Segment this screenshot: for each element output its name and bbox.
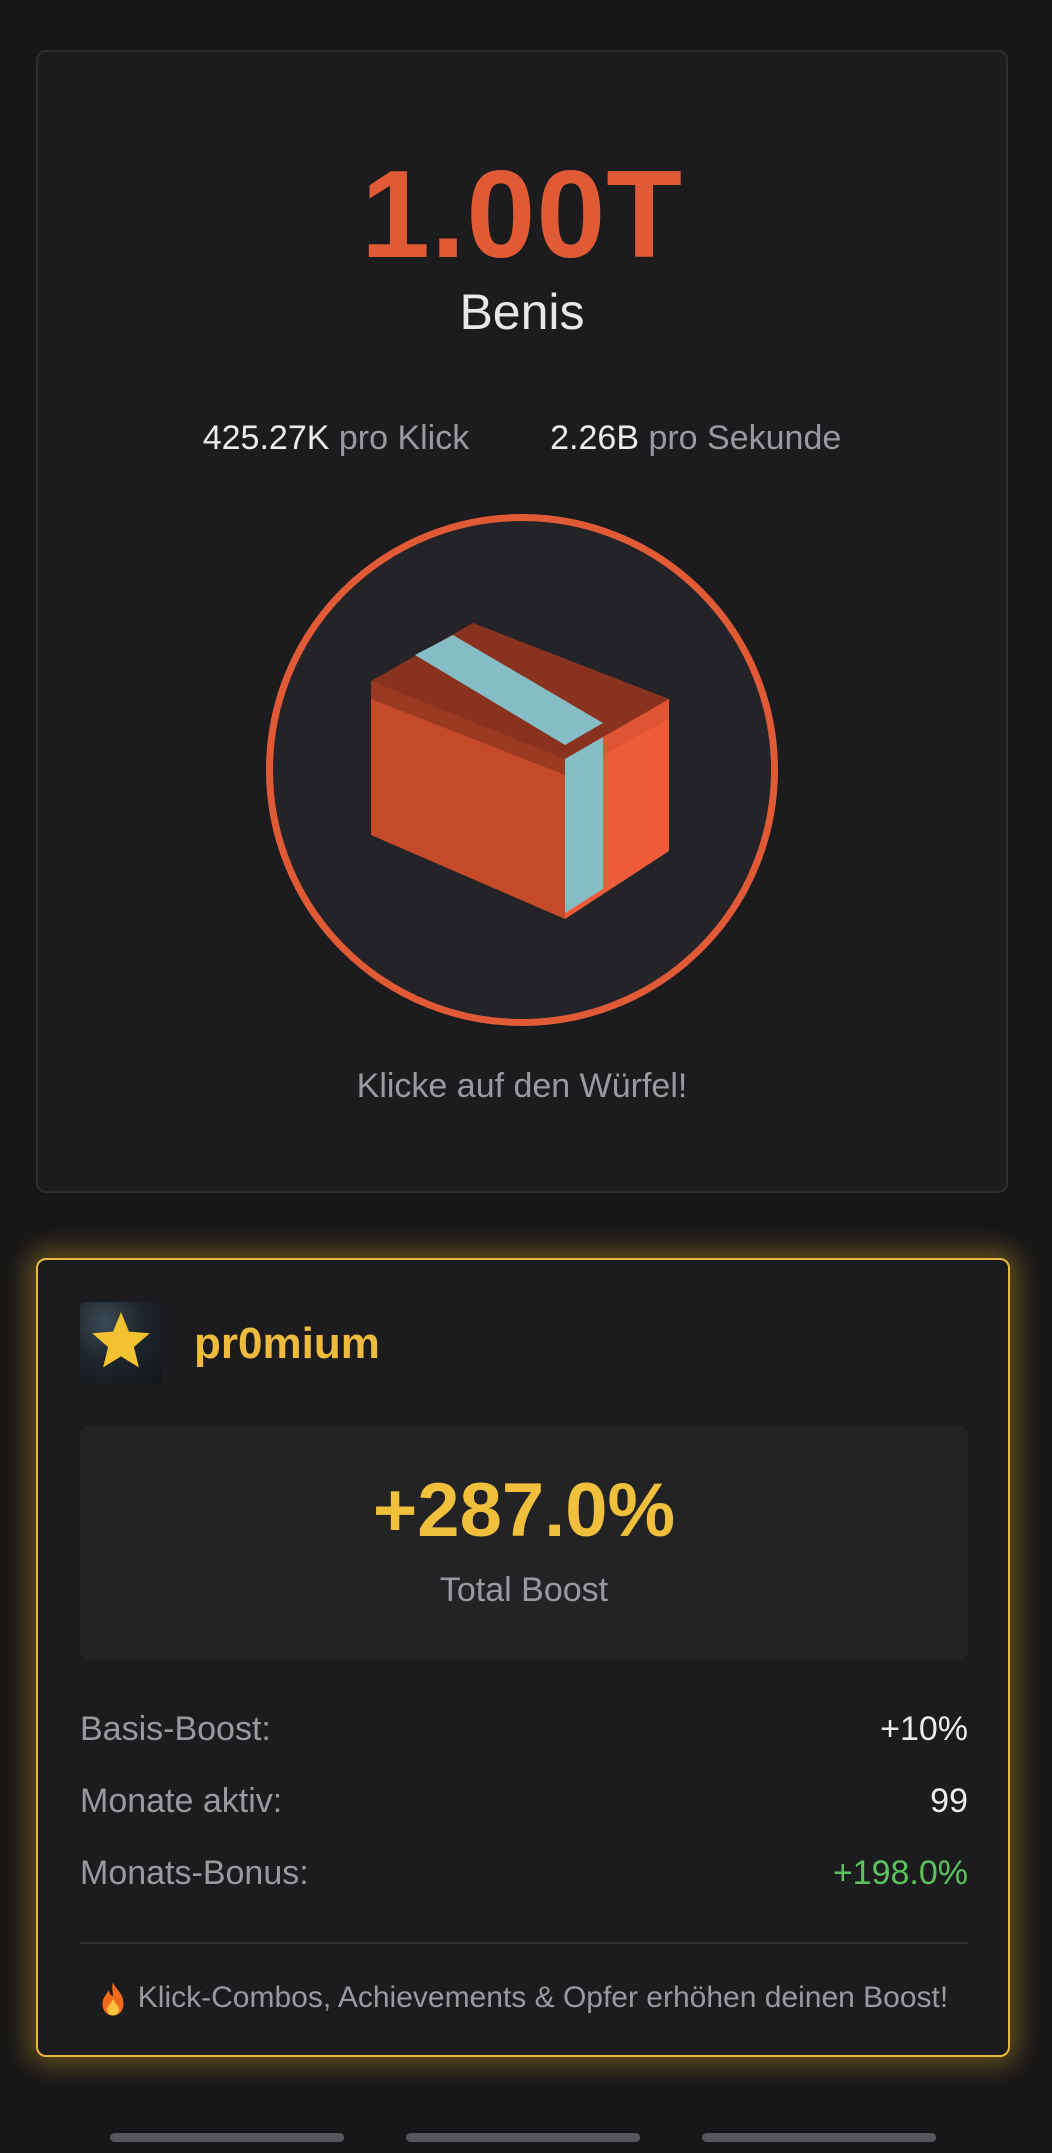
total-boost-panel: +287.0% Total Boost	[80, 1426, 968, 1660]
clicker-card: 1.00T Benis 425.27K pro Klick 2.26B pro …	[36, 50, 1008, 1193]
score-value: 1.00T	[360, 146, 684, 284]
cube-icon	[371, 623, 669, 919]
premium-title: pr0mium	[194, 1319, 380, 1368]
stat-value: +198.0%	[832, 1854, 968, 1892]
nav-handle-right[interactable]	[702, 2133, 936, 2142]
per-second-label: pro Sekunde	[648, 419, 842, 457]
divider	[80, 1942, 968, 1944]
stat-label: Monate aktiv:	[80, 1782, 283, 1820]
premium-card: pr0mium +287.0% Total Boost Basis-Boost:…	[36, 1258, 1010, 2057]
stat-label: Basis-Boost:	[80, 1710, 271, 1748]
nav-handle-center[interactable]	[406, 2133, 640, 2142]
per-click-value: 425.27K	[202, 419, 330, 457]
premium-badge	[80, 1302, 162, 1384]
total-boost-label: Total Boost	[439, 1571, 609, 1609]
stat-label: Monats-Bonus:	[80, 1854, 309, 1892]
score-unit: Benis	[459, 284, 585, 340]
stat-row-month-bonus: Monats-Bonus: +198.0%	[80, 1848, 968, 1898]
star-icon	[92, 1312, 150, 1368]
boost-hint: Klick-Combos, Achievements & Opfer erhöh…	[38, 1976, 1008, 2020]
nav-handle-left[interactable]	[110, 2133, 344, 2142]
per-click-label: pro Klick	[338, 419, 470, 457]
stat-row-basis-boost: Basis-Boost: +10%	[80, 1704, 968, 1754]
click-hint: Klicke auf den Würfel!	[356, 1067, 688, 1105]
boost-hint-text: Klick-Combos, Achievements & Opfer erhöh…	[137, 1981, 949, 2014]
per-second-value: 2.26B	[550, 419, 639, 457]
stat-value: 99	[930, 1782, 968, 1820]
fire-icon	[102, 1982, 124, 2016]
cube-click-button[interactable]	[266, 514, 778, 1026]
rates-line: 425.27K pro Klick 2.26B pro Sekunde	[38, 416, 1006, 460]
stat-row-months-active: Monate aktiv: 99	[80, 1776, 968, 1826]
stat-value: +10%	[880, 1710, 968, 1748]
total-boost-value: +287.0%	[372, 1468, 676, 1553]
